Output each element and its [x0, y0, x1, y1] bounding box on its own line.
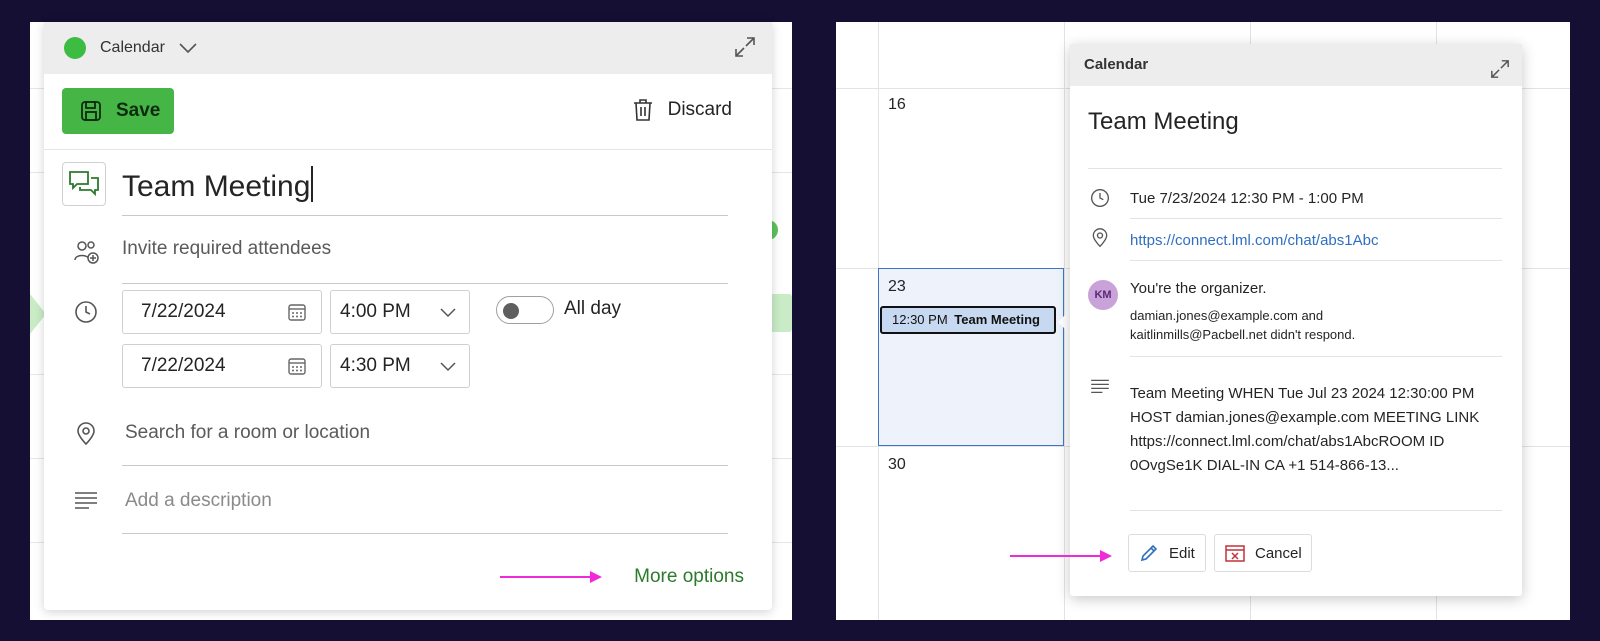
peek-calendar-name: Calendar: [1084, 56, 1149, 73]
title-text: Team Meeting: [122, 170, 311, 203]
organizer-text: You're the organizer.: [1130, 280, 1267, 297]
chevron-down-icon: [440, 362, 456, 372]
attendees-input[interactable]: Invite required attendees: [122, 228, 728, 284]
peek-description: Team Meeting WHEN Tue Jul 23 2024 12:30:…: [1130, 382, 1488, 478]
cancel-button[interactable]: Cancel: [1214, 534, 1312, 572]
annotation-arrow-line: [500, 576, 592, 578]
cancel-calendar-icon: [1225, 545, 1245, 562]
pencil-icon: [1140, 544, 1158, 562]
discard-button[interactable]: Discard: [632, 98, 732, 122]
title-row: Team Meeting: [62, 162, 728, 218]
trash-icon: [633, 99, 652, 121]
edit-label: Edit: [1169, 544, 1195, 562]
discard-label: Discard: [667, 99, 732, 120]
response-status-line2: kaitlinmills@Pacbell.net didn't respond.: [1130, 327, 1356, 342]
avatar: KM: [1088, 280, 1118, 310]
chat-icon: [69, 171, 99, 197]
description-continued: https://connect.lml.com/chat/abs1AbcROOM…: [1130, 433, 1445, 474]
all-day-toggle[interactable]: [496, 296, 554, 324]
more-options-link[interactable]: More options: [634, 566, 744, 588]
location-icon: [74, 422, 98, 446]
divider: [1130, 260, 1502, 261]
start-date-value: 7/22/2024: [141, 301, 226, 322]
location-icon: [1090, 228, 1110, 253]
divider: [1130, 218, 1502, 219]
end-time-select[interactable]: 4:30 PM: [330, 344, 470, 388]
calendar-dot-icon: [64, 37, 86, 59]
save-button[interactable]: Save: [62, 88, 174, 134]
location-input[interactable]: Search for a room or location: [122, 412, 728, 466]
day-number[interactable]: 23: [888, 278, 906, 296]
all-day-label: All day: [564, 298, 622, 319]
peek-datetime: Tue 7/23/2024 12:30 PM - 1:00 PM: [1130, 190, 1364, 207]
day-number[interactable]: 30: [888, 456, 906, 474]
end-time-value: 4:30 PM: [340, 355, 411, 376]
annotation-arrow-head: [590, 571, 602, 583]
event-time: 12:30 PM: [892, 312, 948, 327]
toggle-knob: [503, 303, 519, 319]
end-date-value: 7/22/2024: [141, 355, 226, 376]
description-input[interactable]: Add a description: [122, 480, 728, 534]
annotation-arrow-head: [1100, 550, 1112, 562]
divider: [1130, 356, 1502, 357]
clock-icon: [1090, 188, 1110, 213]
start-time-value: 4:00 PM: [340, 301, 411, 322]
event-composer: Calendar Save Discard Team Meeting Invit…: [44, 22, 772, 610]
divider: [1130, 510, 1502, 511]
chevron-down-icon: [440, 308, 456, 318]
meeting-link[interactable]: https://connect.lml.com/chat/abs1Abc: [1130, 232, 1378, 249]
title-input[interactable]: Team Meeting: [122, 162, 728, 216]
peek-pointer: [1058, 310, 1070, 334]
calendar-selector-label[interactable]: Calendar: [100, 39, 165, 57]
event-peek-card: Calendar Team Meeting Tue 7/23/2024 12:3…: [1070, 44, 1522, 596]
start-date-input[interactable]: 7/22/2024: [122, 290, 322, 334]
annotation-arrow-line: [1010, 555, 1102, 557]
response-status-line1: damian.jones@example.com and: [1130, 308, 1324, 323]
description-icon: [1090, 378, 1110, 399]
composer-toolbar: Save Discard: [44, 74, 772, 150]
expand-icon[interactable]: [1490, 54, 1510, 96]
calendar-event-chip[interactable]: 12:30 PM Team Meeting: [880, 306, 1056, 334]
text-caret: [311, 166, 314, 202]
peek-title: Team Meeting: [1088, 108, 1239, 135]
peek-header: Calendar: [1070, 44, 1522, 86]
add-people-icon: [74, 240, 99, 264]
day-number[interactable]: 16: [888, 96, 906, 114]
expand-icon[interactable]: [734, 36, 758, 60]
chevron-down-icon[interactable]: [177, 37, 199, 59]
calendar-icon: [288, 304, 306, 321]
composer-header: Calendar: [44, 22, 772, 74]
save-icon: [81, 101, 101, 121]
save-label: Save: [116, 100, 161, 121]
calendar-icon: [288, 358, 306, 375]
clock-icon: [74, 300, 98, 324]
description-icon: [74, 490, 98, 514]
event-title: Team Meeting: [954, 312, 1040, 327]
event-type-button[interactable]: [62, 162, 106, 206]
end-date-input[interactable]: 7/22/2024: [122, 344, 322, 388]
description-body: Team Meeting WHEN Tue Jul 23 2024 12:30:…: [1130, 385, 1480, 426]
edit-button[interactable]: Edit: [1128, 534, 1206, 572]
cancel-label: Cancel: [1255, 544, 1302, 562]
divider: [1088, 168, 1502, 169]
start-time-select[interactable]: 4:00 PM: [330, 290, 470, 334]
